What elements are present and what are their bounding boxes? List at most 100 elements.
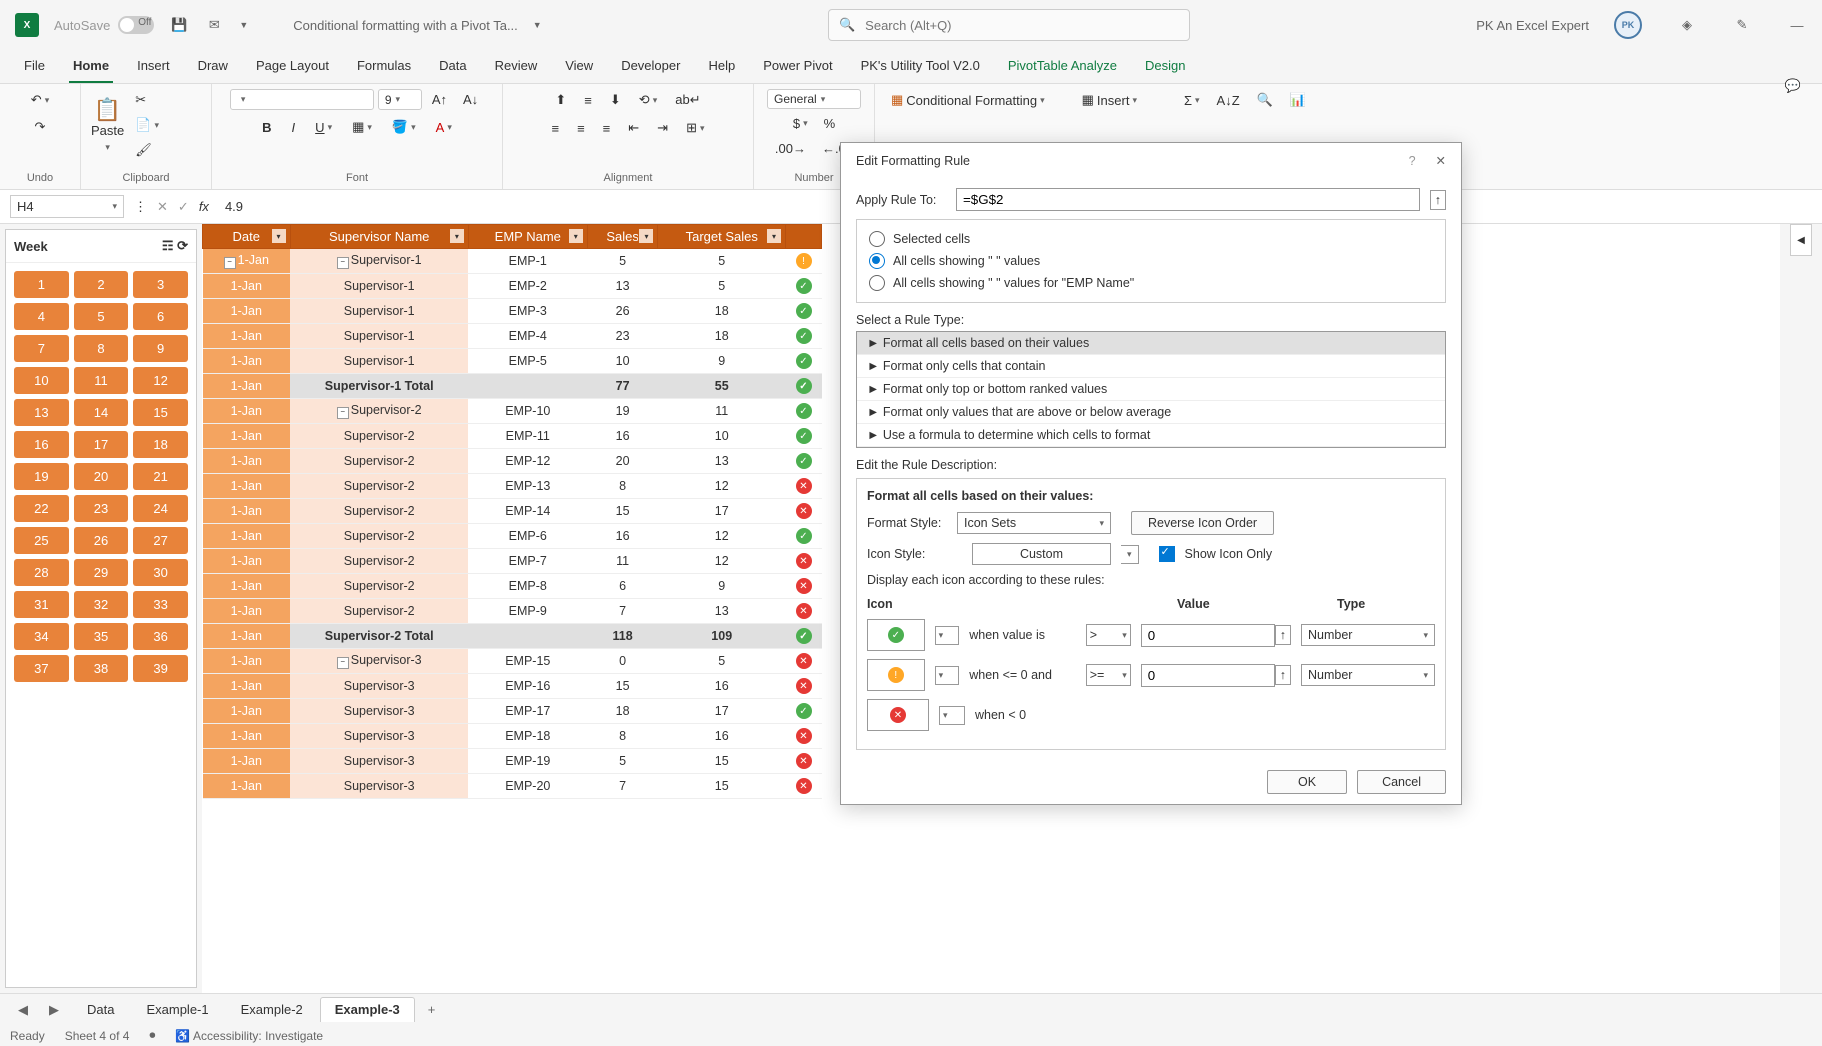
supervisor-cell[interactable]: Supervisor-1 (290, 274, 468, 299)
apply-rule-input[interactable] (956, 188, 1420, 211)
emp-cell[interactable]: EMP-20 (468, 774, 587, 799)
slicer-item[interactable]: 12 (133, 367, 188, 394)
user-name[interactable]: PK An Excel Expert (1476, 18, 1589, 33)
insert-button[interactable]: ▦ Insert ▾ (1076, 89, 1143, 111)
tab-view[interactable]: View (561, 50, 597, 83)
supervisor-cell[interactable]: Supervisor-3 (290, 724, 468, 749)
emp-cell[interactable]: EMP-16 (468, 674, 587, 699)
slicer-item[interactable]: 36 (133, 623, 188, 650)
supervisor-cell[interactable]: Supervisor-2 (290, 449, 468, 474)
status-cell[interactable]: ✓ (786, 699, 822, 724)
increase-decimal-icon[interactable]: .00→ (769, 138, 812, 159)
filter-icon[interactable]: ▾ (766, 228, 782, 244)
target-cell[interactable]: 13 (658, 449, 786, 474)
tab-home[interactable]: Home (69, 50, 113, 83)
slicer-item[interactable]: 5 (74, 303, 129, 330)
search-input[interactable] (863, 17, 1179, 34)
mail-icon[interactable]: ✉ (204, 15, 224, 35)
slicer-item[interactable]: 17 (74, 431, 129, 458)
sales-cell[interactable]: 5 (587, 249, 658, 274)
sales-cell[interactable]: 7 (587, 774, 658, 799)
tab-power-pivot[interactable]: Power Pivot (759, 50, 836, 83)
column-header[interactable]: Supervisor Name▾ (290, 225, 468, 249)
collapse-icon[interactable]: − (337, 407, 349, 419)
emp-cell[interactable] (468, 624, 587, 649)
format-painter-icon[interactable]: 🖌 (129, 139, 165, 161)
target-cell[interactable]: 109 (658, 624, 786, 649)
target-cell[interactable]: 17 (658, 499, 786, 524)
sales-cell[interactable]: 20 (587, 449, 658, 474)
filename[interactable]: Conditional formatting with a Pivot Ta..… (293, 18, 518, 33)
sales-cell[interactable]: 0 (587, 649, 658, 674)
column-header[interactable]: EMP Name▾ (468, 225, 587, 249)
sales-cell[interactable]: 5 (587, 749, 658, 774)
date-cell[interactable]: −1-Jan (203, 249, 291, 274)
sales-cell[interactable]: 18 (587, 699, 658, 724)
filter-icon[interactable]: ▾ (638, 228, 654, 244)
save-icon[interactable]: 💾 (169, 15, 189, 35)
emp-cell[interactable]: EMP-10 (468, 399, 587, 424)
sales-cell[interactable]: 8 (587, 724, 658, 749)
status-cell[interactable]: ✕ (786, 674, 822, 699)
slicer-item[interactable]: 34 (14, 623, 69, 650)
supervisor-cell[interactable]: Supervisor-3 (290, 699, 468, 724)
target-cell[interactable]: 12 (658, 549, 786, 574)
date-cell[interactable]: 1-Jan (203, 424, 291, 449)
fill-color-button[interactable]: 🪣▾ (386, 116, 422, 138)
target-cell[interactable]: 18 (658, 324, 786, 349)
slicer-item[interactable]: 35 (74, 623, 129, 650)
date-cell[interactable]: 1-Jan (203, 499, 291, 524)
supervisor-cell[interactable]: Supervisor-2 Total (290, 624, 468, 649)
autosum-icon[interactable]: Σ▾ (1178, 90, 1206, 111)
tab-developer[interactable]: Developer (617, 50, 684, 83)
supervisor-cell[interactable]: Supervisor-3 (290, 774, 468, 799)
font-color-button[interactable]: A▾ (430, 116, 458, 138)
sales-cell[interactable]: 10 (587, 349, 658, 374)
emp-cell[interactable]: EMP-13 (468, 474, 587, 499)
target-cell[interactable]: 17 (658, 699, 786, 724)
supervisor-cell[interactable]: Supervisor-2 (290, 549, 468, 574)
rule1-value-input[interactable] (1141, 624, 1275, 647)
sales-cell[interactable]: 15 (587, 674, 658, 699)
align-left-icon[interactable]: ≡ (545, 117, 565, 139)
status-cell[interactable]: ✓ (786, 449, 822, 474)
sales-cell[interactable]: 16 (587, 524, 658, 549)
slicer-item[interactable]: 6 (133, 303, 188, 330)
align-center-icon[interactable]: ≡ (571, 117, 591, 139)
date-cell[interactable]: 1-Jan (203, 599, 291, 624)
supervisor-cell[interactable]: −Supervisor-2 (290, 399, 468, 424)
supervisor-cell[interactable]: Supervisor-1 Total (290, 374, 468, 399)
date-cell[interactable]: 1-Jan (203, 549, 291, 574)
icon3-preview[interactable]: ✕ (867, 699, 929, 731)
emp-cell[interactable]: EMP-6 (468, 524, 587, 549)
date-cell[interactable]: 1-Jan (203, 724, 291, 749)
date-cell[interactable]: 1-Jan (203, 449, 291, 474)
prev-sheet-icon[interactable]: ◀ (10, 1000, 36, 1020)
rule2-value-input[interactable] (1141, 664, 1275, 687)
record-macro-icon[interactable]: ⏺ (149, 1028, 155, 1043)
slicer-item[interactable]: 7 (14, 335, 69, 362)
slicer-item[interactable]: 8 (74, 335, 129, 362)
tab-help[interactable]: Help (704, 50, 739, 83)
radio-selected-cells[interactable] (869, 231, 885, 247)
icon1-dropdown[interactable]: ▾ (935, 626, 960, 645)
decrease-indent-icon[interactable]: ⇤ (622, 117, 645, 139)
status-cell[interactable]: ✕ (786, 724, 822, 749)
supervisor-cell[interactable]: Supervisor-1 (290, 349, 468, 374)
slicer-item[interactable]: 19 (14, 463, 69, 490)
sales-cell[interactable]: 6 (587, 574, 658, 599)
target-cell[interactable]: 9 (658, 574, 786, 599)
tab-review[interactable]: Review (491, 50, 542, 83)
slicer-item[interactable]: 29 (74, 559, 129, 586)
format-style-dropdown[interactable]: Icon Sets▾ (957, 512, 1111, 534)
rule-type-list[interactable]: ► Format all cells based on their values… (856, 331, 1446, 448)
supervisor-cell[interactable]: Supervisor-2 (290, 524, 468, 549)
percent-icon[interactable]: % (818, 113, 842, 134)
font-size-dropdown[interactable]: 9▾ (378, 89, 422, 110)
slicer-item[interactable]: 2 (74, 271, 129, 298)
target-cell[interactable]: 9 (658, 349, 786, 374)
diamond-icon[interactable]: ◈ (1677, 15, 1697, 35)
status-cell[interactable]: ✕ (786, 649, 822, 674)
find-icon[interactable]: 🔍 (1251, 89, 1279, 111)
date-cell[interactable]: 1-Jan (203, 574, 291, 599)
